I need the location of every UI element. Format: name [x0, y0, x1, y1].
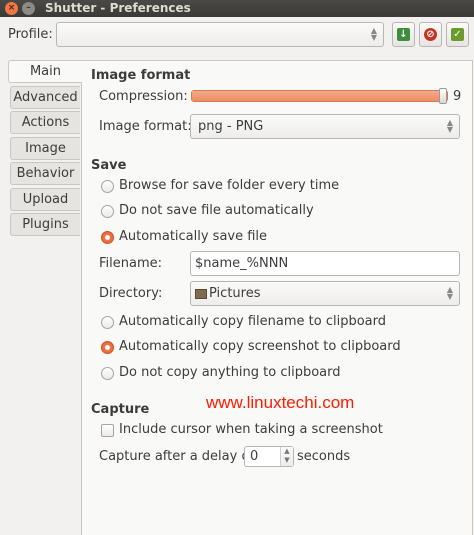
spin-arrows-icon[interactable]: ▲ ▼ [280, 447, 293, 466]
window-title: Shutter - Preferences [45, 1, 191, 15]
radio-label-do-not-save: Do not save file automatically [119, 203, 314, 218]
compression-slider-fill [192, 91, 443, 101]
delete-profile-button[interactable]: ⊘ [419, 22, 442, 47]
filename-input[interactable]: $name_%NNN [190, 251, 460, 276]
updown-arrows-icon: ▲ ▼ [370, 26, 377, 42]
save-profile-icon: ↓ [397, 28, 410, 41]
capture-delay-label: Capture after a delay of [99, 449, 254, 464]
save-profile-button[interactable]: ↓ [392, 22, 415, 47]
radio-copy-filename[interactable] [101, 316, 114, 329]
tab-actions[interactable]: Actions [10, 111, 80, 134]
apply-profile-icon: ✓ [451, 28, 464, 41]
profile-label: Profile: [8, 27, 53, 42]
include-cursor-label: Include cursor when taking a screenshot [119, 422, 383, 437]
radio-auto-save[interactable] [101, 231, 114, 244]
radio-label-no-copy: Do not copy anything to clipboard [119, 365, 341, 380]
directory-label: Directory: [99, 286, 163, 301]
tab-main[interactable]: Main [8, 60, 82, 83]
radio-do-not-save[interactable] [101, 205, 114, 218]
radio-browse-save-folder[interactable] [101, 180, 114, 193]
tab-image-view[interactable]: Image View [10, 137, 80, 178]
title-bar: × – Shutter - Preferences [0, 0, 474, 17]
capture-delay-spinbutton[interactable]: 0 ▲ ▼ [244, 446, 294, 467]
radio-copy-screenshot[interactable] [101, 341, 114, 354]
radio-label-copy-filename: Automatically copy filename to clipboard [119, 314, 387, 329]
close-window-button[interactable]: × [5, 2, 18, 15]
delete-profile-icon: ⊘ [424, 28, 437, 41]
profile-combo[interactable]: ▲ ▼ [56, 22, 384, 47]
radio-label-browse-save-folder: Browse for save folder every time [119, 178, 340, 193]
minimize-window-button[interactable]: – [22, 2, 35, 15]
capture-section-title: Capture [91, 402, 150, 417]
compression-value: 9 [453, 89, 462, 104]
updown-arrows-icon: ▲ ▼ [446, 118, 453, 134]
directory-value: Pictures [209, 286, 261, 301]
radio-label-copy-screenshot: Automatically copy screenshot to clipboa… [119, 339, 401, 354]
radio-label-auto-save: Automatically save file [119, 229, 268, 244]
updown-arrows-icon: ▲ ▼ [446, 285, 453, 301]
include-cursor-checkbox[interactable] [101, 424, 114, 437]
tab-behavior[interactable]: Behavior [10, 162, 80, 185]
compression-slider-handle[interactable] [439, 88, 447, 104]
image-format-select[interactable]: png - PNG ▲ ▼ [190, 114, 460, 139]
apply-profile-button[interactable]: ✓ [446, 22, 469, 47]
radio-no-copy[interactable] [101, 367, 114, 380]
capture-delay-unit: seconds [297, 449, 351, 464]
compression-slider[interactable] [191, 88, 448, 104]
watermark-text: www.linuxtechi.com [206, 393, 355, 412]
tab-advanced[interactable]: Advanced [10, 86, 80, 109]
folder-icon [195, 288, 207, 299]
image-format-section-title: Image format [91, 68, 191, 83]
save-section-title: Save [91, 158, 127, 173]
filename-label: Filename: [99, 256, 163, 271]
compression-label: Compression: [99, 89, 188, 104]
image-format-label: Image format: [99, 119, 192, 134]
capture-delay-value: 0 [250, 449, 259, 464]
tab-upload[interactable]: Upload [10, 188, 80, 211]
tab-plugins[interactable]: Plugins [10, 213, 80, 236]
directory-select[interactable]: Pictures ▲ ▼ [190, 281, 460, 306]
image-format-value: png - PNG [198, 119, 264, 134]
